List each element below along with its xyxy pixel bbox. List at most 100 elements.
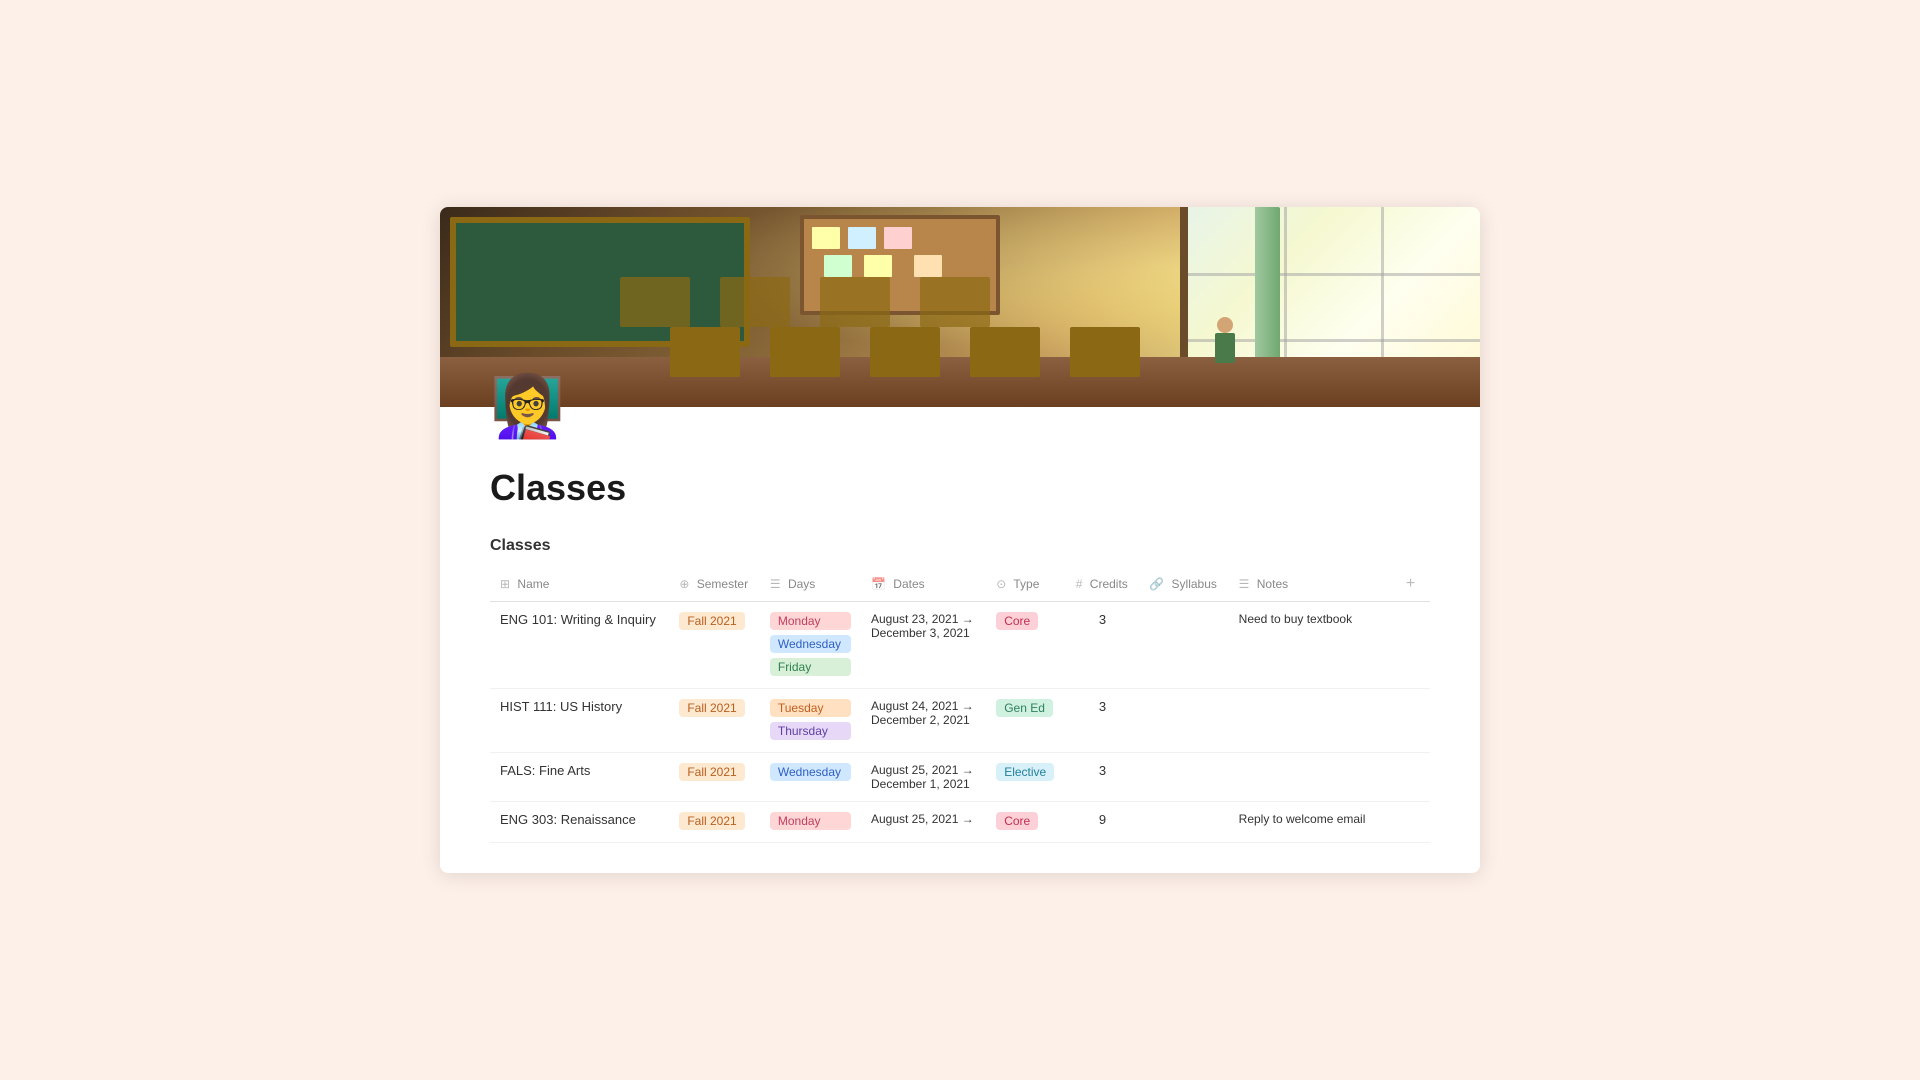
add-column-button[interactable]: + (1402, 571, 1419, 596)
table-body: ENG 101: Writing & Inquiry Fall 2021 Monda… (490, 602, 1430, 843)
notes-cell (1229, 689, 1392, 753)
days-icon: ☰ (770, 577, 781, 591)
page-container: 👩‍🏫 Classes Classes ⊞ Name ⊕ Semester ☰ (440, 207, 1480, 873)
semester-cell: Fall 2021 (669, 602, 760, 689)
credits-cell: 3 (1066, 753, 1139, 802)
col-type-label: Type (1013, 577, 1039, 591)
col-name-label: Name (517, 577, 549, 591)
col-semester-label: Semester (697, 577, 748, 591)
syllabus-cell (1139, 802, 1228, 843)
type-cell: Core (986, 802, 1066, 843)
day-tag[interactable]: Wednesday (770, 635, 851, 653)
col-days-label: Days (788, 577, 815, 591)
col-credits-label: Credits (1090, 577, 1128, 591)
days-cell: Monday Wednesday Friday (760, 602, 861, 688)
sticky-note (864, 255, 892, 277)
days-cell: Tuesday Thursday (760, 689, 861, 752)
notes-icon: ☰ (1239, 577, 1250, 591)
name-cell: ENG 303: Renaissance (490, 802, 669, 843)
semester-cell: Fall 2021 (669, 802, 760, 843)
dates-cell: August 24, 2021 →December 2, 2021 (861, 689, 986, 753)
day-tag[interactable]: Monday (770, 612, 851, 630)
day-tag[interactable]: Monday (770, 812, 851, 830)
dates-cell: August 23, 2021 →December 3, 2021 (861, 602, 986, 689)
semester-cell: Fall 2021 (669, 753, 760, 802)
cover-image (440, 207, 1480, 407)
desk (870, 327, 940, 377)
day-tag[interactable]: Thursday (770, 722, 851, 740)
col-days[interactable]: ☰ Days (760, 567, 861, 602)
section-title: Classes (440, 517, 1480, 567)
col-credits[interactable]: # Credits (1066, 567, 1139, 602)
days-cell: Monday (760, 802, 861, 842)
desk (820, 277, 890, 327)
day-tag[interactable]: Tuesday (770, 699, 851, 717)
col-notes-label: Notes (1257, 577, 1288, 591)
desk (1070, 327, 1140, 377)
col-add[interactable]: + (1392, 567, 1430, 602)
credits-cell: 3 (1066, 689, 1139, 753)
row-extra-cell (1392, 753, 1430, 802)
semester-icon: ⊕ (679, 577, 689, 591)
sticky-note (812, 227, 840, 249)
credits-icon: # (1076, 577, 1083, 591)
desk (970, 327, 1040, 377)
col-semester[interactable]: ⊕ Semester (669, 567, 760, 602)
col-dates-label: Dates (893, 577, 924, 591)
floor (440, 357, 1480, 407)
semester-tag[interactable]: Fall 2021 (679, 812, 744, 830)
type-cell: Gen Ed (986, 689, 1066, 753)
type-tag[interactable]: Elective (996, 763, 1054, 781)
type-icon: ⊙ (996, 577, 1006, 591)
type-cell: Elective (986, 753, 1066, 802)
credits-cell: 3 (1066, 602, 1139, 689)
semester-tag[interactable]: Fall 2021 (679, 612, 744, 630)
col-dates[interactable]: 📅 Dates (861, 567, 986, 602)
student-head (1217, 317, 1233, 333)
syllabus-cell (1139, 753, 1228, 802)
syllabus-cell (1139, 689, 1228, 753)
sticky-note (914, 255, 942, 277)
sticky-note (848, 227, 876, 249)
notes-cell: Reply to welcome email (1229, 802, 1392, 843)
table-header-row: ⊞ Name ⊕ Semester ☰ Days 📅 Dates (490, 567, 1430, 602)
syllabus-cell (1139, 602, 1228, 689)
desk (670, 327, 740, 377)
name-cell: ENG 101: Writing & Inquiry (490, 602, 669, 689)
semester-cell: Fall 2021 (669, 689, 760, 753)
sticky-note (884, 227, 912, 249)
row-extra-cell (1392, 602, 1430, 689)
table-row: HIST 111: US History Fall 2021 Tuesday Thur… (490, 689, 1430, 753)
student-body (1215, 333, 1235, 363)
col-notes[interactable]: ☰ Notes (1229, 567, 1392, 602)
table-row: ENG 101: Writing & Inquiry Fall 2021 Monda… (490, 602, 1430, 689)
type-tag[interactable]: Core (996, 812, 1038, 830)
desk (920, 277, 990, 327)
sticky-note (824, 255, 852, 277)
credits-cell: 9 (1066, 802, 1139, 843)
page-icon: 👩‍🏫 (490, 371, 562, 443)
name-cell: HIST 111: US History (490, 689, 669, 753)
semester-tag[interactable]: Fall 2021 (679, 699, 744, 717)
type-tag[interactable]: Core (996, 612, 1038, 630)
day-tag[interactable]: Wednesday (770, 763, 851, 781)
type-tag[interactable]: Gen Ed (996, 699, 1053, 717)
col-syllabus-label: Syllabus (1172, 577, 1217, 591)
col-name[interactable]: ⊞ Name (490, 567, 669, 602)
table-row: ENG 303: RenaissanceFall 2021MondayAugus… (490, 802, 1430, 843)
dates-icon: 📅 (871, 577, 886, 591)
row-extra-cell (1392, 689, 1430, 753)
notes-cell (1229, 753, 1392, 802)
name-icon: ⊞ (500, 577, 510, 591)
dates-cell: August 25, 2021 →December 1, 2021 (861, 753, 986, 802)
window-frame (1188, 273, 1480, 276)
semester-tag[interactable]: Fall 2021 (679, 763, 744, 781)
row-extra-cell (1392, 802, 1430, 843)
page-title: Classes (440, 443, 1480, 517)
col-syllabus[interactable]: 🔗 Syllabus (1139, 567, 1228, 602)
days-cell: Wednesday (760, 753, 861, 793)
student-figure (1210, 317, 1240, 377)
col-type[interactable]: ⊙ Type (986, 567, 1066, 602)
day-tag[interactable]: Friday (770, 658, 851, 676)
desk (720, 277, 790, 327)
